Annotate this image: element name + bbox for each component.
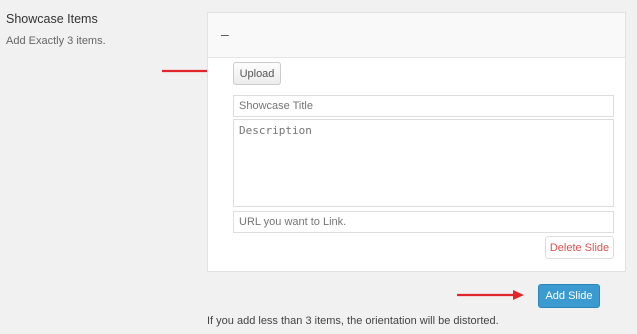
description-textarea[interactable]: [233, 119, 614, 207]
upload-button[interactable]: Upload: [233, 62, 281, 85]
delete-slide-button[interactable]: Delete Slide: [545, 236, 614, 259]
slide-header: –: [208, 13, 625, 58]
add-slide-button[interactable]: Add Slide: [538, 284, 600, 308]
field-title: Showcase Items: [6, 12, 98, 26]
slide-panel: – Upload Delete Slide: [207, 12, 626, 272]
url-input[interactable]: [233, 211, 614, 233]
field-description: Add Exactly 3 items.: [6, 35, 106, 47]
orientation-note: If you add less than 3 items, the orient…: [207, 315, 499, 327]
right-arrow-icon: [457, 290, 524, 300]
collapse-toggle[interactable]: –: [221, 26, 229, 42]
showcase-title-input[interactable]: [233, 95, 614, 117]
